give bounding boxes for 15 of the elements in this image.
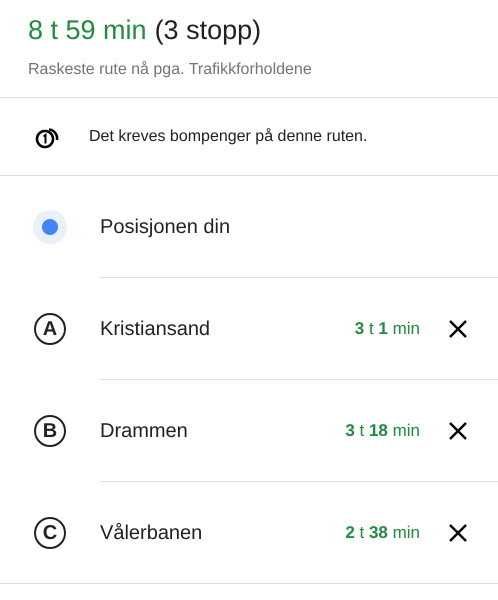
route-subtitle: Raskeste rute nå pga. Trafikkforholdene <box>28 60 313 80</box>
stop-name[interactable]: Vålerbanen <box>100 518 346 548</box>
stop-name[interactable]: Kristiansand <box>100 314 355 344</box>
stop-marker: B <box>34 414 66 446</box>
stop-name[interactable]: Drammen <box>100 416 346 446</box>
location-dot-icon <box>33 210 67 244</box>
stop-name[interactable]: Posisjonen din <box>100 212 498 242</box>
stop-marker: C <box>34 516 66 548</box>
stop-count: (3 stopp) <box>154 14 262 47</box>
route-duration: 8 t 59 min <box>28 14 147 47</box>
stop-marker: A <box>34 312 66 344</box>
toll-notice: Det kreves bompenger på denne ruten. <box>89 126 368 146</box>
travel-time: 3 t 1 min <box>354 318 420 340</box>
travel-time: 3 t 18 min <box>345 420 420 442</box>
travel-time: 2 t 38 min <box>345 522 420 544</box>
